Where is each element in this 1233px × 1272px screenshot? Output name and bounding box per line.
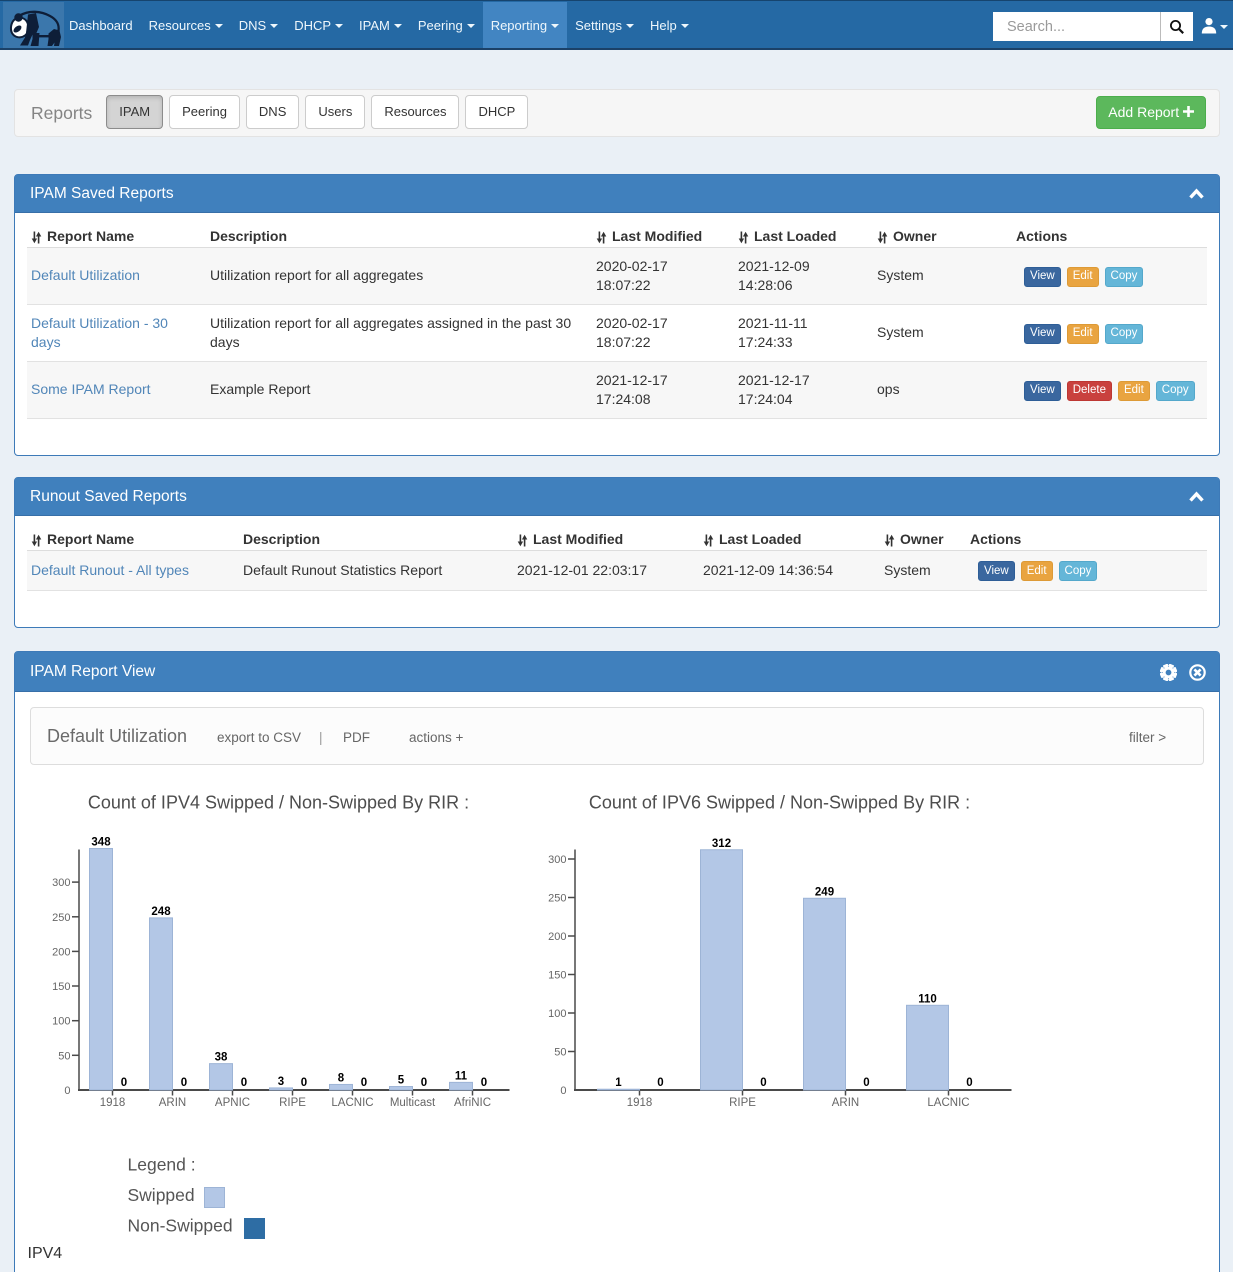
svg-text:RIPE: RIPE (279, 1097, 306, 1109)
svg-text:0: 0 (181, 1077, 187, 1089)
svg-text:Non-Swipped: Non-Swipped (128, 1215, 233, 1235)
svg-text:0: 0 (421, 1077, 427, 1089)
svg-text:110: 110 (918, 993, 937, 1005)
svg-text:ARIN: ARIN (832, 1097, 859, 1109)
svg-text:249: 249 (815, 886, 834, 898)
svg-text:100: 100 (548, 1008, 566, 1020)
svg-text:200: 200 (548, 931, 566, 943)
svg-text:100: 100 (52, 1015, 70, 1027)
svg-text:0: 0 (560, 1085, 566, 1097)
svg-text:0: 0 (760, 1077, 766, 1089)
svg-text:250: 250 (52, 911, 70, 923)
svg-text:LACNIC: LACNIC (331, 1097, 373, 1109)
svg-text:Count of IPV4 Swipped / Non-Sw: Count of IPV4 Swipped / Non-Swipped By R… (88, 792, 469, 812)
svg-text:1918: 1918 (100, 1097, 126, 1109)
svg-text:300: 300 (548, 854, 566, 866)
svg-text:1918: 1918 (627, 1097, 653, 1109)
svg-text:0: 0 (361, 1077, 367, 1089)
svg-text:348: 348 (91, 836, 111, 848)
svg-text:38: 38 (215, 1051, 228, 1063)
svg-text:250: 250 (548, 892, 566, 904)
svg-text:Legend :: Legend : (128, 1154, 196, 1174)
svg-text:APNIC: APNIC (215, 1097, 250, 1109)
svg-text:5: 5 (398, 1074, 405, 1086)
svg-text:Count of IPV6 Swipped / Non-Sw: Count of IPV6 Swipped / Non-Swipped By R… (589, 792, 970, 812)
svg-text:AfriNIC: AfriNIC (454, 1097, 491, 1109)
svg-text:Multicast: Multicast (390, 1097, 436, 1109)
svg-text:150: 150 (52, 981, 70, 993)
svg-text:8: 8 (338, 1072, 345, 1084)
svg-text:3: 3 (278, 1075, 284, 1087)
svg-text:200: 200 (52, 946, 70, 958)
svg-text:LACNIC: LACNIC (927, 1097, 969, 1109)
svg-text:150: 150 (548, 969, 566, 981)
svg-text:RIPE: RIPE (729, 1097, 756, 1109)
svg-text:0: 0 (657, 1077, 663, 1089)
svg-text:50: 50 (554, 1046, 566, 1058)
svg-text:0: 0 (301, 1077, 307, 1089)
svg-text:11: 11 (455, 1070, 468, 1082)
svg-text:0: 0 (64, 1085, 70, 1097)
svg-text:0: 0 (481, 1077, 487, 1089)
svg-text:0: 0 (121, 1077, 127, 1089)
svg-text:1: 1 (615, 1077, 622, 1089)
svg-text:0: 0 (966, 1077, 972, 1089)
svg-text:0: 0 (863, 1077, 869, 1089)
svg-text:312: 312 (712, 837, 731, 849)
svg-text:IPV4: IPV4 (28, 1245, 63, 1262)
svg-text:ARIN: ARIN (159, 1097, 186, 1109)
svg-text:50: 50 (58, 1050, 70, 1062)
svg-text:Swipped: Swipped (128, 1185, 195, 1205)
svg-text:300: 300 (52, 877, 70, 889)
svg-text:0: 0 (241, 1077, 247, 1089)
svg-text:248: 248 (151, 905, 171, 917)
